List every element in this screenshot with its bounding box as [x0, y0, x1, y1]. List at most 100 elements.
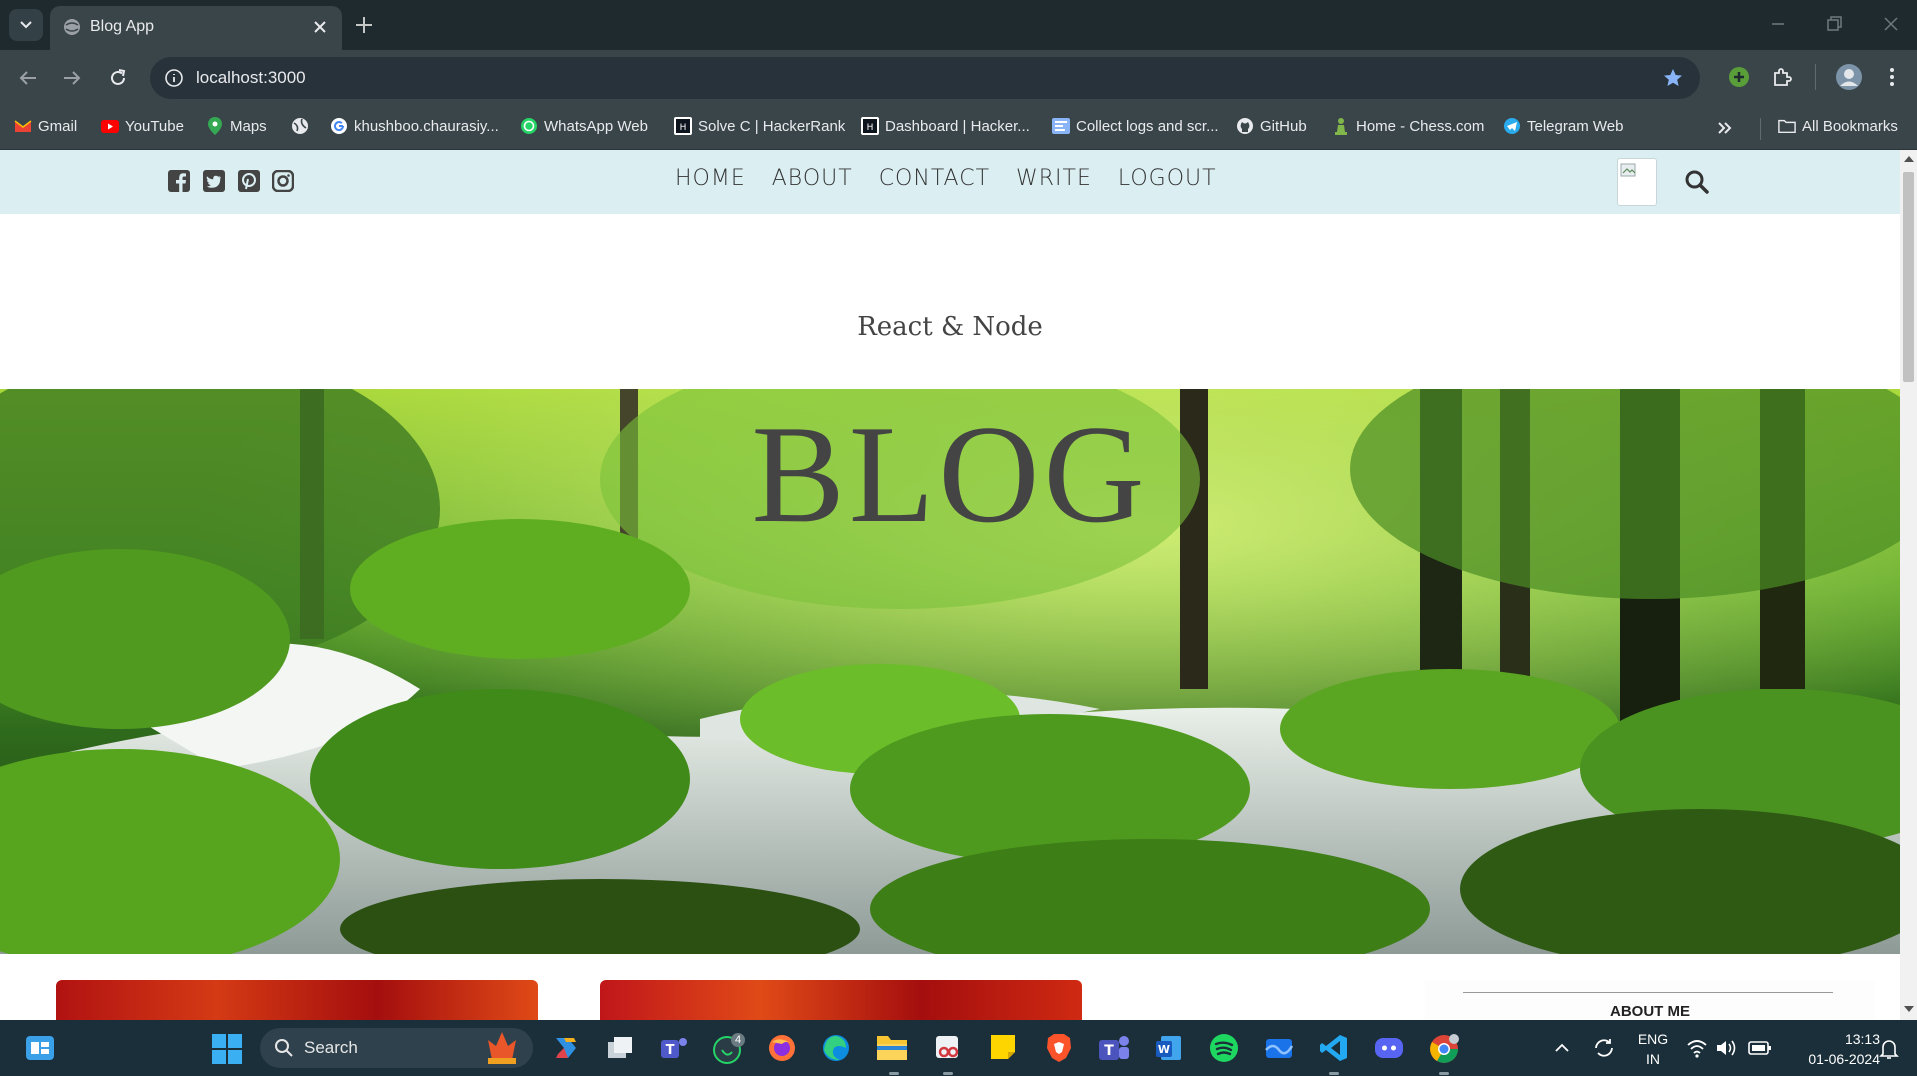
mail-icon[interactable]	[1263, 1032, 1295, 1064]
maps-icon	[206, 117, 224, 135]
chess-icon	[1332, 117, 1350, 135]
bookmark-globe[interactable]	[291, 117, 315, 135]
copilot-icon[interactable]	[550, 1032, 582, 1064]
browser-toolbar: localhost:3000	[0, 50, 1917, 106]
page-scrollbar[interactable]	[1900, 150, 1917, 1020]
nav-contact-link[interactable]: CONTACT	[879, 166, 990, 191]
header-subtitle: React & Node	[857, 312, 1043, 342]
twitter-icon[interactable]	[203, 170, 225, 192]
post-card-image[interactable]	[600, 980, 1082, 1020]
close-icon[interactable]	[310, 17, 330, 37]
tab-blog-app[interactable]: Blog App	[50, 6, 342, 50]
teams-icon[interactable]: T	[658, 1032, 690, 1064]
nav-about-link[interactable]: ABOUT	[772, 166, 853, 191]
tab-search-button[interactable]	[9, 9, 43, 41]
bookmarks-divider	[1760, 118, 1761, 140]
bookmark-maps[interactable]: Maps	[206, 117, 267, 135]
new-tab-icon[interactable]	[352, 13, 376, 37]
bookmark-whatsapp[interactable]: WhatsApp Web	[520, 117, 648, 135]
broken-image-icon	[1620, 163, 1636, 177]
widgets-icon[interactable]	[26, 1036, 54, 1060]
bookmark-youtube[interactable]: YouTube	[101, 117, 184, 135]
window-close-icon[interactable]	[1881, 14, 1901, 34]
clock-time[interactable]: 13:13	[1780, 1030, 1880, 1048]
svg-text:H: H	[867, 123, 874, 133]
bookmark-google-account[interactable]: khushboo.chaurasiy...	[330, 117, 499, 135]
address-url: localhost:3000	[196, 68, 306, 87]
blog-header: React & Node BLOG	[0, 214, 1900, 954]
globe-icon	[291, 117, 309, 135]
firefox-icon[interactable]	[766, 1032, 798, 1064]
file-explorer-icon[interactable]	[875, 1032, 909, 1062]
post-card-image[interactable]	[56, 980, 538, 1020]
spotify-icon[interactable]	[1208, 1032, 1240, 1064]
volume-icon[interactable]	[1715, 1038, 1737, 1058]
snipping-tool-icon[interactable]	[932, 1032, 964, 1064]
scroll-thumb[interactable]	[1903, 172, 1914, 382]
restore-icon[interactable]	[1824, 14, 1844, 34]
language-indicator-bottom[interactable]: IN	[1633, 1050, 1673, 1068]
instagram-icon[interactable]	[272, 170, 294, 192]
discord-icon[interactable]	[1373, 1032, 1405, 1064]
forward-icon[interactable]	[60, 66, 84, 90]
battery-icon[interactable]	[1748, 1040, 1772, 1056]
language-indicator-top[interactable]: ENG	[1633, 1030, 1673, 1048]
bookmark-collect-logs[interactable]: Collect logs and scr...	[1052, 117, 1219, 135]
scroll-down-arrow[interactable]	[1904, 1006, 1914, 1012]
chevron-up-icon[interactable]	[1554, 1040, 1570, 1056]
bookmark-hackerrank-dashboard[interactable]: H Dashboard | Hacker...	[861, 117, 1030, 135]
running-indicator	[943, 1072, 953, 1075]
toolbar-divider	[1815, 64, 1816, 90]
nav-home-link[interactable]: HOME	[675, 166, 746, 191]
notification-bell-icon[interactable]	[1878, 1038, 1900, 1060]
github-icon	[1236, 117, 1254, 135]
bookmark-hackerrank-solve[interactable]: H Solve C | HackerRank	[674, 117, 845, 135]
header-title: BLOG	[751, 397, 1149, 552]
reload-icon[interactable]	[106, 66, 130, 90]
whatsapp-badge-count: 4	[734, 1034, 742, 1046]
search-icon[interactable]	[1684, 169, 1710, 195]
brave-icon[interactable]	[1044, 1032, 1074, 1064]
scroll-up-arrow[interactable]	[1904, 156, 1914, 162]
wifi-icon[interactable]	[1686, 1038, 1708, 1058]
bookmark-telegram[interactable]: Telegram Web	[1503, 117, 1623, 135]
teams-classic-icon[interactable]: T	[1097, 1032, 1131, 1064]
taskbar-search-box[interactable]: Search	[260, 1028, 533, 1068]
site-top-nav: HOME ABOUT CONTACT WRITE LOGOUT	[0, 150, 1900, 214]
info-icon[interactable]	[164, 68, 184, 88]
back-icon[interactable]	[16, 66, 40, 90]
task-view-icon[interactable]	[604, 1032, 636, 1064]
svg-text:H: H	[680, 123, 687, 133]
windows-start-icon[interactable]	[212, 1034, 242, 1064]
address-bar[interactable]: localhost:3000	[150, 57, 1700, 99]
extensions-puzzle-icon[interactable]	[1770, 65, 1794, 89]
gmail-icon	[14, 117, 32, 135]
sync-icon[interactable]	[1592, 1036, 1616, 1060]
more-bookmarks-chevron-icon[interactable]	[1716, 119, 1734, 137]
bookmark-chess[interactable]: Home - Chess.com	[1332, 117, 1484, 135]
chrome-icon[interactable]	[1428, 1032, 1462, 1066]
taskbar-search-label: Search	[304, 1038, 358, 1057]
kebab-menu-icon[interactable]	[1882, 65, 1902, 89]
nav-write-link[interactable]: WRITE	[1016, 166, 1092, 191]
profile-avatar-icon[interactable]	[1835, 63, 1863, 91]
nav-logout-link[interactable]: LOGOUT	[1118, 166, 1217, 191]
minimize-icon[interactable]	[1768, 14, 1788, 34]
all-bookmarks-folder[interactable]: All Bookmarks	[1778, 117, 1898, 135]
bookmark-gmail[interactable]: Gmail	[14, 117, 77, 135]
extension-green-icon[interactable]	[1727, 65, 1751, 89]
bookmark-github[interactable]: GitHub	[1236, 117, 1307, 135]
sidebar-title: ABOUT ME	[1610, 1003, 1690, 1020]
bookmark-star-icon[interactable]	[1662, 67, 1684, 89]
google-icon	[330, 117, 348, 135]
edge-icon[interactable]	[820, 1032, 852, 1064]
hackerrank-icon: H	[861, 117, 879, 135]
sticky-notes-icon[interactable]	[988, 1032, 1018, 1062]
profile-avatar-broken-image[interactable]	[1617, 158, 1657, 206]
word-icon[interactable]: W	[1153, 1032, 1185, 1064]
clock-date[interactable]: 01-06-2024	[1780, 1050, 1880, 1068]
vscode-icon[interactable]	[1318, 1032, 1350, 1064]
facebook-icon[interactable]	[168, 170, 190, 192]
sidebar-divider	[1463, 992, 1833, 993]
pinterest-icon[interactable]	[238, 170, 260, 192]
